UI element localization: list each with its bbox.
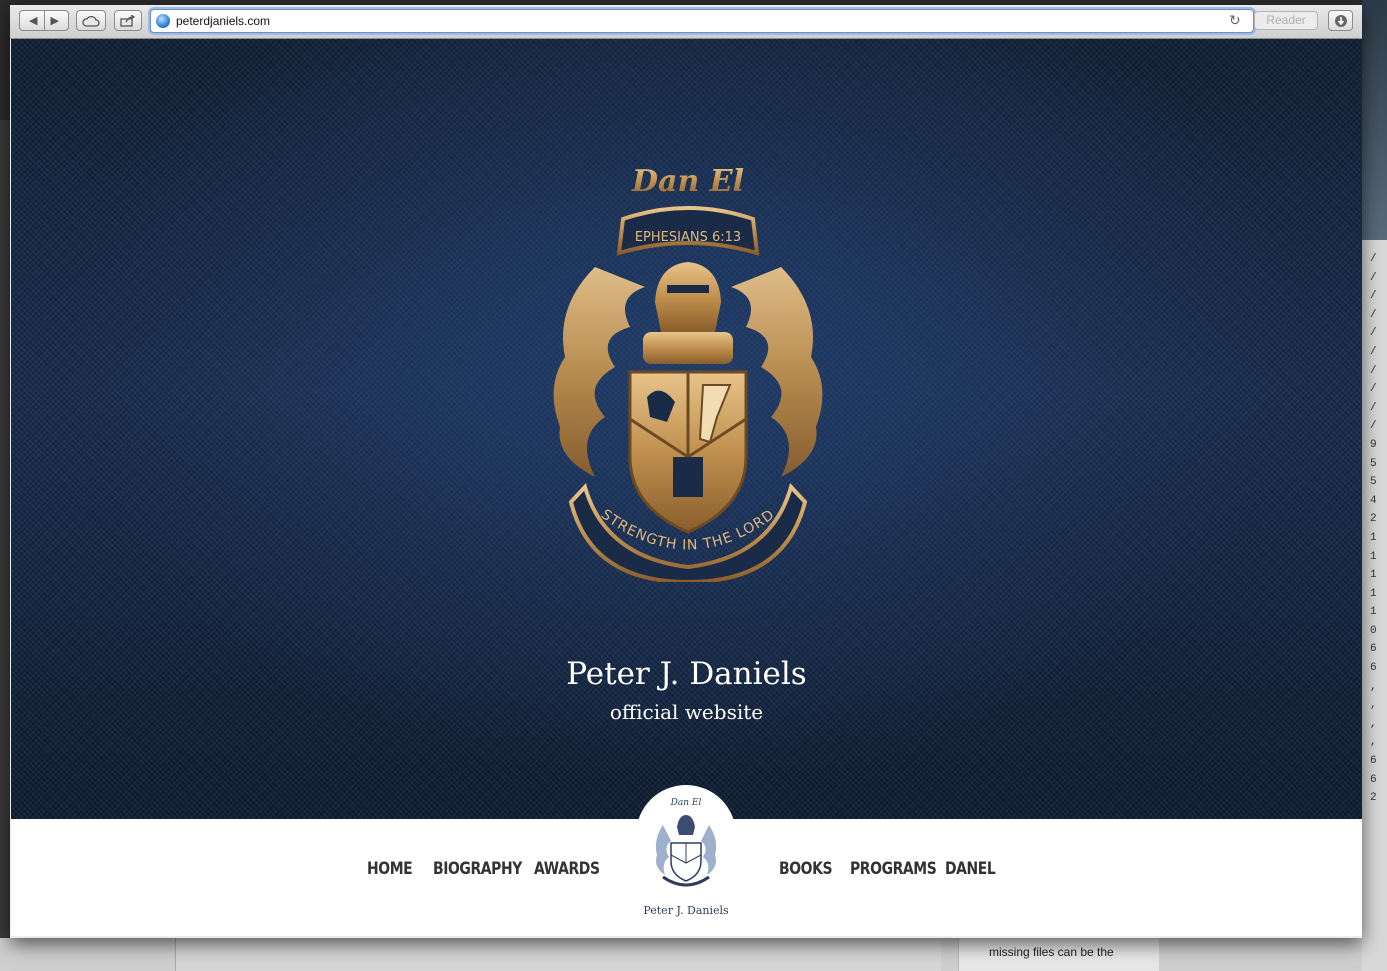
nav-logo-badge[interactable]: Dan El Peter J. Daniels — [636, 785, 736, 935]
share-icon — [120, 14, 136, 27]
web-page: Dan El EPHESIANS 6:13 STRENGTH IN THE LO… — [11, 39, 1362, 936]
crest-top-text: Dan El — [631, 164, 744, 199]
downloads-button[interactable] — [1328, 10, 1353, 31]
site-subtitle: official website — [609, 700, 764, 724]
reload-icon[interactable]: ↻ — [1229, 12, 1241, 29]
nav-books[interactable]: BOOKS — [779, 859, 833, 879]
nav-home[interactable]: HOME — [367, 859, 413, 879]
share-button[interactable] — [114, 10, 142, 31]
hero-section: Dan El EPHESIANS 6:13 STRENGTH IN THE LO… — [11, 39, 1362, 819]
desktop-background-bottom — [0, 938, 1362, 971]
background-panel — [175, 938, 941, 971]
nav-awards[interactable]: AWARDS — [534, 859, 600, 879]
coat-of-arms-logo: Dan El EPHESIANS 6:13 STRENGTH IN THE LO… — [553, 164, 823, 582]
badge-name: Peter J. Daniels — [643, 904, 729, 917]
forward-icon[interactable]: ▶ — [51, 14, 59, 27]
back-forward-buttons: ◀ ▶ — [19, 10, 69, 31]
browser-window: ◀ ▶ peterdjaniels.com ↻ Reader Dan El EP… — [10, 5, 1362, 938]
globe-icon — [156, 14, 170, 28]
mini-crest-logo: Dan El — [655, 798, 717, 887]
reader-button[interactable]: Reader — [1254, 11, 1318, 30]
browser-toolbar: ◀ ▶ peterdjaniels.com ↻ Reader — [10, 5, 1362, 39]
icloud-tabs-button[interactable] — [76, 10, 106, 31]
site-title: Peter J. Daniels — [566, 656, 807, 692]
back-icon[interactable]: ◀ — [29, 14, 37, 27]
nav-programs[interactable]: PROGRAMS — [850, 859, 937, 879]
background-window-digits: / / / / / / / / //9 5 5 4 2 1 1 1 1 1 0 6 6,,,, 6 6 2 — [1370, 253, 1377, 805]
mini-crest-top-text: Dan El — [670, 798, 702, 808]
url-text[interactable]: peterdjaniels.com — [176, 14, 270, 28]
address-bar[interactable]: peterdjaniels.com ↻ — [150, 9, 1254, 33]
desktop-background-right — [1362, 0, 1387, 240]
download-icon — [1334, 14, 1347, 27]
cloud-icon — [82, 15, 100, 27]
crest-banner-text: EPHESIANS 6:13 — [635, 230, 741, 245]
background-caption: missing files can be the — [989, 945, 1114, 959]
nav-danel[interactable]: DANEL — [945, 859, 996, 879]
main-navigation: HOME BIOGRAPHY AWARDS Dan El Peter J. Da… — [11, 785, 1362, 936]
nav-biography[interactable]: BIOGRAPHY — [433, 859, 522, 879]
